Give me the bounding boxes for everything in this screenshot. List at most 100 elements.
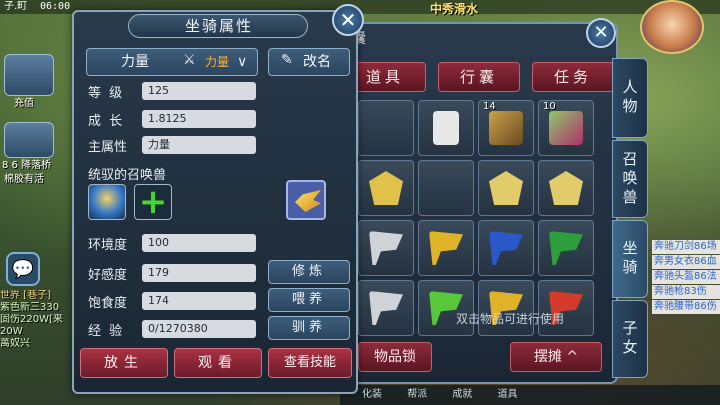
event-tile[interactable] <box>4 122 54 158</box>
attribute-dropdown-value: 力量 <box>205 55 230 69</box>
inventory-tabs: 道具 行囊 任务 <box>344 62 614 92</box>
feed-line: 奔驰刀剑86场 <box>652 240 720 254</box>
main-attr-label: 主属性 <box>88 140 128 155</box>
wing-badge-item-icon <box>489 171 523 205</box>
inventory-slot[interactable] <box>418 100 474 156</box>
bottom-menu-item[interactable]: 成就 <box>452 385 472 405</box>
scroll-item-icon <box>433 111 459 145</box>
mount-avatar[interactable] <box>286 180 326 220</box>
rename-button[interactable]: ✎ 改名 <box>268 48 350 76</box>
controlled-summons-label: 统驭的召唤兽 <box>88 168 167 183</box>
mount-title-banner: 坐骑属性 <box>128 14 308 38</box>
view-button[interactable]: 观看 <box>174 348 262 378</box>
bottom-menu-item[interactable]: 化装 <box>362 385 382 405</box>
event-label-2: 棉胶有活 <box>4 174 44 185</box>
tame-button[interactable]: 驯养 <box>268 316 350 340</box>
level-value: 125 <box>142 82 256 100</box>
environment-label: 环境度 <box>88 238 128 253</box>
inventory-close-button[interactable]: ✕ <box>586 18 616 48</box>
bottom-menu-item[interactable]: 帮派 <box>407 385 427 405</box>
inventory-grid: 14 10 <box>358 100 594 336</box>
side-tab-mount[interactable]: 坐骑 <box>612 220 648 298</box>
wing-badge-item-icon <box>549 171 583 205</box>
inventory-slot[interactable] <box>358 100 414 156</box>
side-tab-summon[interactable]: 召唤兽 <box>612 140 648 218</box>
main-attr-value: 力量 <box>142 136 256 154</box>
chat-line: 萬奴兴 <box>0 338 30 349</box>
charge-label: 充值 <box>14 98 34 109</box>
feed-line: 奔驰腰带86伤 <box>652 300 720 314</box>
inventory-slot[interactable] <box>478 160 534 216</box>
inventory-slot[interactable]: 10 <box>538 100 594 156</box>
train-button[interactable]: 修炼 <box>268 260 350 284</box>
inventory-slot[interactable] <box>358 220 414 276</box>
chevron-down-icon: ∨ <box>237 54 248 70</box>
signal-indicator: 子.町 <box>4 1 28 12</box>
inventory-slot[interactable] <box>478 220 534 276</box>
chat-log: 世界 [巷子] 紫色新三330 固伤220W[来 20W 萬奴兴 <box>0 290 74 350</box>
flag-item-icon <box>429 231 463 265</box>
chat-line: 20W <box>0 326 23 337</box>
wing-icon <box>295 190 321 212</box>
flag-item-icon <box>369 291 403 325</box>
item-lock-button[interactable]: 物品锁 <box>358 342 432 372</box>
inventory-slot[interactable]: 14 <box>478 100 534 156</box>
map-player-name: 中秀滑水 <box>430 2 479 16</box>
feed-line: 奔男女衣86血 <box>652 255 720 269</box>
satiety-value: 174 <box>142 292 256 310</box>
feed-button[interactable]: 喂养 <box>268 288 350 312</box>
event-label-1: 8 6 降落桥 <box>2 160 52 171</box>
environment-value: 100 <box>142 234 256 252</box>
mount-close-button[interactable]: ✕ <box>332 4 364 36</box>
inventory-slot[interactable] <box>538 220 594 276</box>
attribute-dropdown[interactable]: 力量 ⚔ 力量 ∨ <box>86 48 258 76</box>
side-tab-character[interactable]: 人物 <box>612 58 648 138</box>
flag-item-icon <box>549 231 583 265</box>
add-summon-button[interactable]: + <box>134 184 172 220</box>
feed-line: 奔驰头盔86法 <box>652 270 720 284</box>
side-tab-children[interactable]: 子女 <box>612 300 648 378</box>
growth-value: 1.8125 <box>142 110 256 128</box>
inventory-slot[interactable] <box>538 160 594 216</box>
satiety-label: 饱食度 <box>88 296 128 311</box>
inventory-slot[interactable] <box>358 280 414 336</box>
pencil-icon: ✎ <box>281 52 293 68</box>
box-item-icon <box>489 111 523 145</box>
equipment-feed: 奔驰刀剑86场 奔男女衣86血 奔驰头盔86法 奔驰枪83伤 奔驰腰带86伤 <box>652 240 720 315</box>
flag-item-icon <box>489 231 523 265</box>
inventory-slot[interactable] <box>538 280 594 336</box>
release-button[interactable]: 放生 <box>80 348 168 378</box>
player-portrait[interactable] <box>640 0 704 54</box>
flag-item-icon <box>369 231 403 265</box>
exp-label: 经 验 <box>88 324 125 339</box>
feed-line: 奔驰枪83伤 <box>652 285 720 299</box>
inventory-slot[interactable] <box>418 220 474 276</box>
clock: 06:00 <box>40 1 71 12</box>
chat-line: 紫色新三330 <box>0 302 60 313</box>
bottom-menu-item[interactable]: 道具 <box>498 385 518 405</box>
chat-button[interactable]: 💬 <box>6 252 40 286</box>
inventory-slot[interactable] <box>478 280 534 336</box>
gift-box-item-icon <box>549 111 583 145</box>
exp-value: 0/1270380 <box>142 320 256 338</box>
bottom-menu-bar: 化装 帮派 成就 道具 <box>340 385 720 405</box>
close-icon: ✕ <box>593 22 609 43</box>
favor-value: 179 <box>142 264 256 282</box>
mount-panel-title: 坐骑属性 <box>184 17 253 35</box>
growth-label: 成 长 <box>88 114 125 129</box>
inventory-hint: 双击物品可进行使用 <box>456 312 565 326</box>
chat-line: 固伤220W[来 <box>0 314 63 325</box>
inventory-slot[interactable] <box>418 280 474 336</box>
mount-attribute-panel: 坐骑属性 ✕ 力量 ⚔ 力量 ∨ ✎ 改名 等 级 125 成 长 1.8125… <box>72 4 364 394</box>
tab-tasks[interactable]: 任务 <box>532 62 614 92</box>
view-skills-button[interactable]: 查看技能 <box>268 348 352 378</box>
inventory-slot[interactable] <box>358 160 414 216</box>
favor-label: 好感度 <box>88 268 128 283</box>
inventory-slot[interactable] <box>418 160 474 216</box>
tab-luggage[interactable]: 行囊 <box>438 62 520 92</box>
rename-label: 改名 <box>303 54 331 70</box>
stall-button[interactable]: 摆摊 ^ <box>510 342 602 372</box>
charge-tile[interactable] <box>4 54 54 96</box>
chat-bubble-icon: 💬 <box>11 258 35 280</box>
summon-avatar[interactable] <box>88 184 126 220</box>
